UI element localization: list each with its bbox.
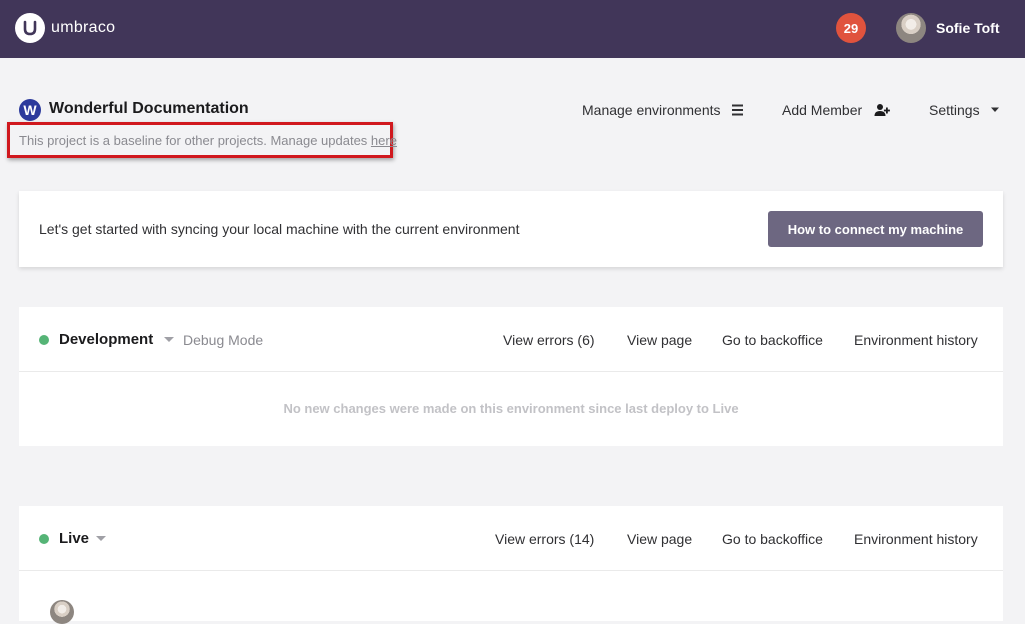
umbraco-u-icon — [15, 13, 45, 43]
view-page-link[interactable]: View page — [627, 332, 692, 348]
chevron-down-icon[interactable] — [96, 536, 106, 541]
status-dot — [39, 335, 49, 345]
notifications-badge[interactable]: 29 — [836, 13, 866, 43]
environment-history-link[interactable]: Environment history — [854, 332, 978, 348]
sync-message: Let's get started with syncing your loca… — [39, 221, 520, 237]
backoffice-link[interactable]: Go to backoffice — [722, 531, 823, 547]
chevron-down-icon[interactable] — [164, 337, 174, 342]
environment-header: Development Debug Mode View errors (6) V… — [19, 307, 1003, 372]
environment-name[interactable]: Development — [59, 331, 153, 348]
project-description: This project is a baseline for other pro… — [19, 133, 397, 148]
add-member-button[interactable]: Add Member — [782, 102, 891, 118]
manage-updates-link[interactable]: here — [371, 133, 397, 148]
top-bar: umbraco 29 Sofie Toft — [0, 0, 1025, 58]
settings-label: Settings — [929, 102, 980, 118]
environment-card-development: Development Debug Mode View errors (6) V… — [19, 307, 1003, 446]
view-errors-link[interactable]: View errors (6) — [503, 332, 595, 348]
no-changes-message: No new changes were made on this environ… — [283, 401, 739, 416]
manage-environments-label: Manage environments — [582, 102, 721, 118]
environment-name[interactable]: Live — [59, 530, 89, 547]
user-menu[interactable]: Sofie Toft — [896, 13, 1000, 43]
how-to-connect-button[interactable]: How to connect my machine — [768, 211, 983, 247]
debug-mode-label: Debug Mode — [183, 332, 264, 348]
project-description-text: This project is a baseline for other pro… — [19, 133, 371, 148]
backoffice-link[interactable]: Go to backoffice — [722, 332, 823, 348]
add-member-label: Add Member — [782, 102, 863, 118]
chevron-down-icon — [990, 107, 1000, 113]
view-page-link[interactable]: View page — [627, 531, 692, 547]
add-user-icon — [874, 103, 891, 117]
status-dot — [39, 534, 49, 544]
user-name: Sofie Toft — [936, 20, 1000, 36]
manage-environments-button[interactable]: Manage environments — [582, 102, 745, 118]
sync-card: Let's get started with syncing your loca… — [19, 191, 1003, 267]
settings-dropdown[interactable]: Settings — [929, 102, 1000, 118]
view-errors-link[interactable]: View errors (14) — [495, 531, 594, 547]
brand-name: umbraco — [51, 19, 116, 36]
environment-header: Live View errors (14) View page Go to ba… — [19, 506, 1003, 571]
environment-history-link[interactable]: Environment history — [854, 531, 978, 547]
page-title: Wonderful Documentation — [49, 100, 249, 117]
project-badge: W — [19, 99, 41, 121]
avatar — [50, 600, 74, 624]
environment-card-live: Live View errors (14) View page Go to ba… — [19, 506, 1003, 624]
umbraco-logo[interactable]: umbraco — [15, 13, 115, 43]
avatar — [896, 13, 926, 43]
hamburger-icon — [731, 104, 745, 116]
